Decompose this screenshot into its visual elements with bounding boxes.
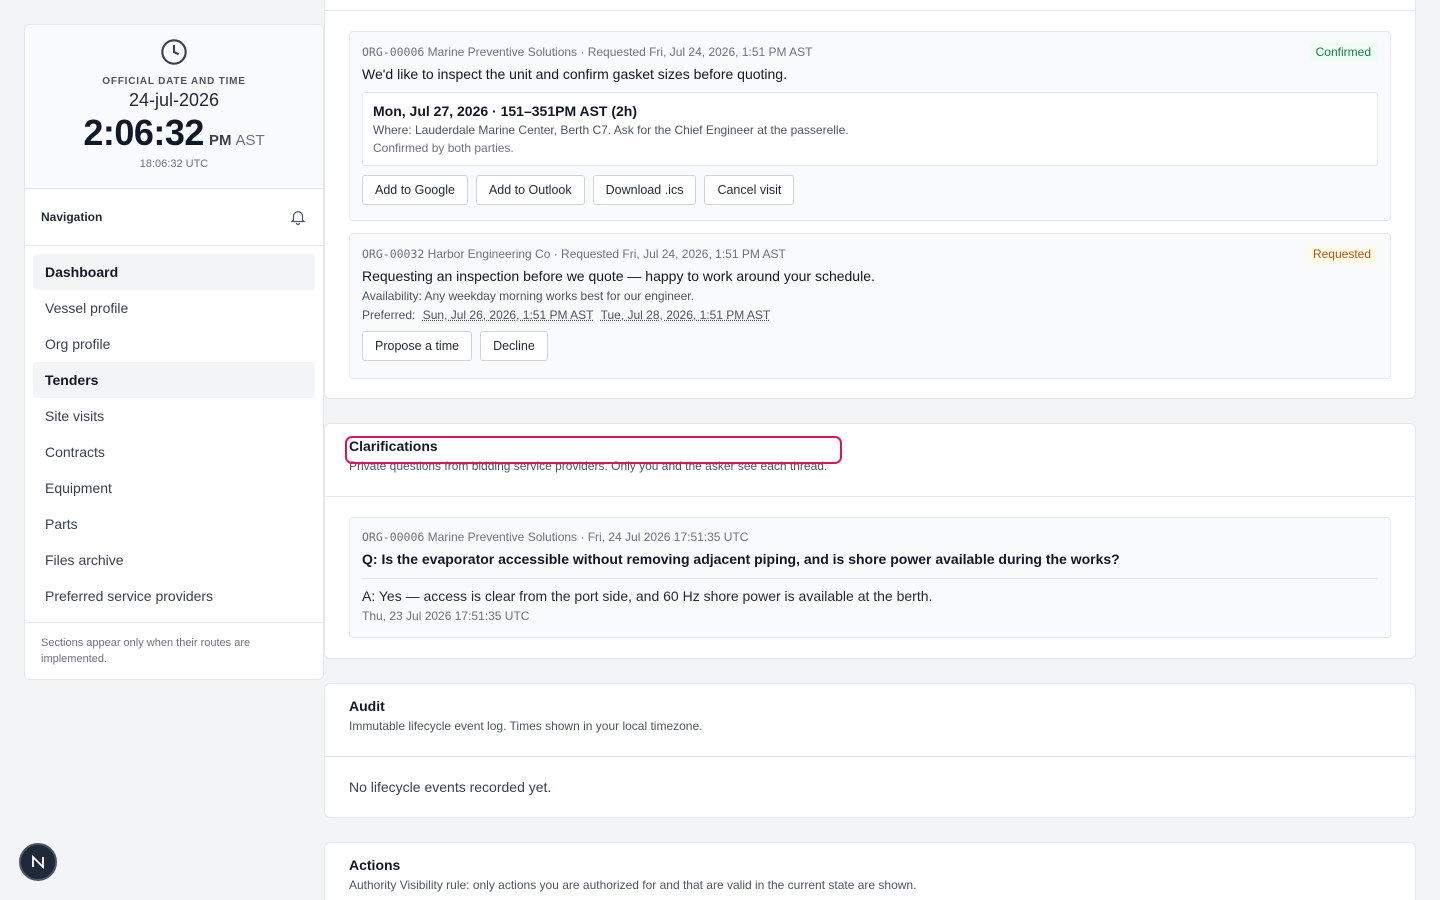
sidebar-item-parts[interactable]: Parts: [33, 506, 315, 542]
audit-header: Audit Immutable lifecycle event log. Tim…: [325, 684, 1415, 757]
nav-list: Dashboard Vessel profile Org profile Ten…: [25, 246, 323, 623]
actions-subtitle: Authority Visibility rule: only actions …: [349, 878, 917, 892]
thread-answer: A: Yes — access is clear from the port s…: [362, 588, 933, 604]
cancel-visit-button[interactable]: Cancel visit: [704, 175, 795, 205]
clock-date: 24-jul-2026: [128, 90, 220, 110]
sidebar-item-org-profile[interactable]: Org profile: [33, 326, 315, 362]
clock-time: 2:06:32: [83, 112, 204, 153]
add-to-outlook-button[interactable]: Add to Outlook: [475, 175, 585, 205]
next-logo-icon: [32, 854, 44, 870]
actions-title: Actions: [349, 857, 401, 873]
audit-empty: No lifecycle events recorded yet.: [349, 779, 552, 795]
slot-title: Mon, Jul 27, 2026 · 151–351PM AST (2h): [373, 103, 638, 119]
sidebar-item-contracts[interactable]: Contracts: [33, 434, 315, 470]
clock-ampm: PM: [208, 132, 232, 149]
site-visit-card: ORG-00032 Harbor Engineering Co · Reques…: [349, 233, 1391, 379]
visit-meta-text: Harbor Engineering Co · Requested Fri, J…: [424, 247, 786, 261]
clock-time-row: 2:06:32 PM AST: [25, 112, 323, 154]
actions-header: Actions Authority Visibility rule: only …: [325, 843, 1415, 900]
visit-message: Requesting an inspection before we quote…: [362, 268, 875, 284]
panel-divider: [325, 0, 1415, 11]
next-dev-badge[interactable]: N: [19, 843, 57, 881]
visit-meta-text: Marine Preventive Solutions · Requested …: [424, 45, 813, 59]
thread-meta-text: Marine Preventive Solutions · Fri, 24 Ju…: [424, 530, 749, 544]
visit-availability: Availability: Any weekday morning works …: [362, 289, 694, 303]
highlight-box: [345, 436, 842, 464]
actions-panel: Actions Authority Visibility rule: only …: [324, 842, 1416, 900]
audit-panel: Audit Immutable lifecycle event log. Tim…: [324, 683, 1416, 818]
org-code: ORG-00006: [362, 530, 425, 544]
clarification-thread: ORG-00006 Marine Preventive Solutions · …: [349, 517, 1391, 638]
slot-where: Where: Lauderdale Marine Center, Berth C…: [373, 123, 849, 137]
visit-preferred: Preferred: Sun, Jul 26, 2026, 1:51 PM AS…: [362, 308, 1378, 322]
thread-divider: [362, 578, 1378, 579]
visit-actions: Propose a time Decline: [362, 331, 1378, 361]
sidebar-item-equipment[interactable]: Equipment: [33, 470, 315, 506]
preferred-date[interactable]: Sun, Jul 26, 2026, 1:51 PM AST: [423, 308, 594, 322]
org-code: ORG-00032: [362, 247, 425, 261]
visit-meta: ORG-00032 Harbor Engineering Co · Reques…: [362, 247, 1378, 261]
decline-button[interactable]: Decline: [480, 331, 548, 361]
audit-title: Audit: [349, 698, 385, 714]
visit-meta: ORG-00006 Marine Preventive Solutions · …: [362, 45, 1378, 59]
sidebar-item-tenders[interactable]: Tenders: [33, 362, 315, 398]
add-to-google-button[interactable]: Add to Google: [362, 175, 468, 205]
nav-title: Navigation: [41, 210, 103, 224]
clock-icon: [161, 39, 187, 65]
thread-meta: ORG-00006 Marine Preventive Solutions · …: [362, 530, 1378, 544]
clarifications-header: Clarifications Private questions from bi…: [325, 424, 1415, 497]
visit-message: We'd like to inspect the unit and confir…: [362, 66, 787, 82]
sidebar-item-files-archive[interactable]: Files archive: [33, 542, 315, 578]
nav-header: Navigation: [25, 189, 323, 246]
sidebar-item-preferred-service-providers[interactable]: Preferred service providers: [33, 578, 315, 614]
site-visits-panel: ORG-00006 Marine Preventive Solutions · …: [324, 0, 1416, 399]
propose-time-button[interactable]: Propose a time: [362, 331, 473, 361]
org-code: ORG-00006: [362, 45, 425, 59]
site-visit-card: ORG-00006 Marine Preventive Solutions · …: [349, 31, 1391, 221]
audit-subtitle: Immutable lifecycle event log. Times sho…: [349, 719, 703, 733]
visit-slot: Mon, Jul 27, 2026 · 151–351PM AST (2h) W…: [362, 92, 1378, 166]
sidebar: OFFICIAL DATE AND TIME 24-jul-2026 2:06:…: [24, 24, 324, 680]
clock-utc: 18:06:32 UTC: [139, 158, 209, 170]
clock-label: OFFICIAL DATE AND TIME: [102, 76, 246, 87]
sidebar-item-site-visits[interactable]: Site visits: [33, 398, 315, 434]
thread-question: Q: Is the evaporator accessible without …: [362, 551, 1120, 567]
bell-icon[interactable]: [289, 208, 307, 226]
preferred-label: Preferred:: [362, 308, 416, 322]
status-badge: Requested: [1305, 245, 1378, 263]
visit-actions: Add to Google Add to Outlook Download .i…: [362, 175, 1378, 205]
clock-timezone: AST: [235, 132, 265, 149]
thread-answer-time: Thu, 23 Jul 2026 17:51:35 UTC: [362, 609, 530, 623]
sidebar-item-dashboard[interactable]: Dashboard: [33, 254, 315, 290]
official-clock: OFFICIAL DATE AND TIME 24-jul-2026 2:06:…: [25, 25, 323, 189]
clarifications-panel: Clarifications Private questions from bi…: [324, 423, 1416, 659]
status-badge: Confirmed: [1308, 43, 1378, 61]
preferred-date[interactable]: Tue, Jul 28, 2026, 1:51 PM AST: [601, 308, 771, 322]
download-ics-button[interactable]: Download .ics: [592, 175, 697, 205]
sidebar-note: Sections appear only when their routes a…: [41, 637, 251, 665]
sidebar-item-vessel-profile[interactable]: Vessel profile: [33, 290, 315, 326]
slot-confirmed-note: Confirmed by both parties.: [373, 141, 514, 155]
